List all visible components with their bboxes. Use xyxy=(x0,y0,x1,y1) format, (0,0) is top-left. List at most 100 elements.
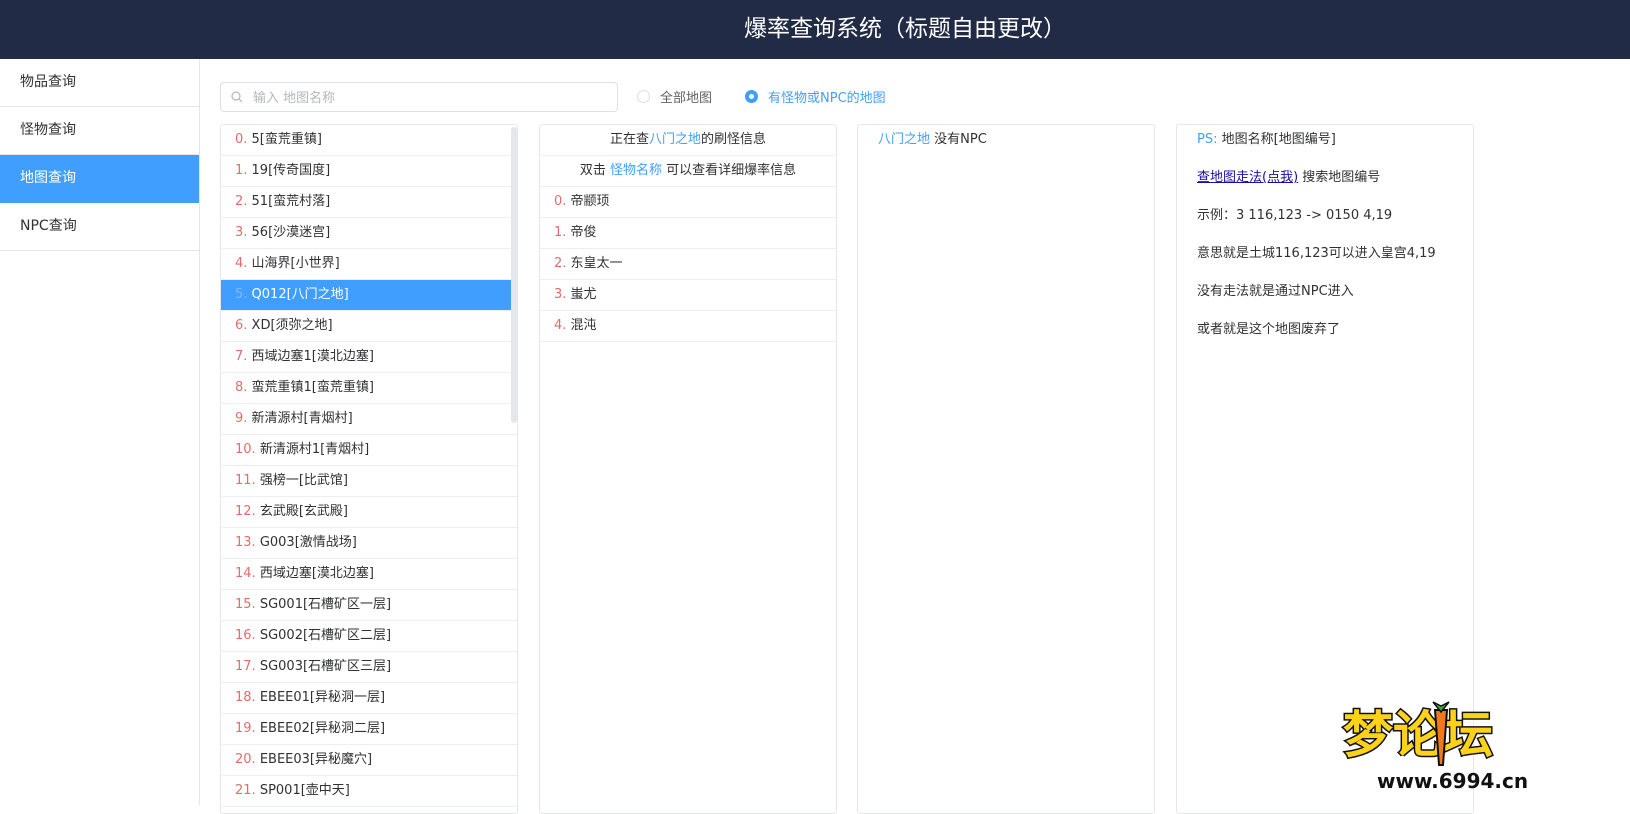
map-name: 玄武殿[玄武殿] xyxy=(255,504,348,519)
map-list-item[interactable]: 20. EBEE03[异秘魔穴] xyxy=(221,745,517,776)
map-list-item[interactable]: 5. Q012[八门之地] xyxy=(221,280,517,311)
sidebar-item-items[interactable]: 物品查询 xyxy=(0,59,199,107)
map-index: 6. xyxy=(235,318,248,333)
map-list-item[interactable]: 15. SG001[石槽矿区一层] xyxy=(221,590,517,621)
map-list-item[interactable]: 7. 西域边塞1[漠北边塞] xyxy=(221,342,517,373)
monster-name: 帝颛顼 xyxy=(566,194,610,209)
map-list-item[interactable]: 6. XD[须弥之地] xyxy=(221,311,517,342)
map-name: EBEE03[异秘魔穴] xyxy=(255,752,373,767)
map-index: 0. xyxy=(235,132,248,147)
map-list-item[interactable]: 8. 蛮荒重镇1[蛮荒重镇] xyxy=(221,373,517,404)
monster-list-item[interactable]: 0. 帝颛顼 xyxy=(540,187,836,218)
map-name: 新清源村[青烟村] xyxy=(247,411,353,426)
map-name: G003[激情战场] xyxy=(255,535,357,550)
radio-circle-checked[interactable] xyxy=(745,90,758,103)
radio-with-monsters[interactable]: 有怪物或NPC的地图 xyxy=(745,87,886,106)
map-list-item[interactable]: 19. EBEE02[异秘洞二层] xyxy=(221,714,517,745)
map-list-item[interactable]: 3. 56[沙漠迷宫] xyxy=(221,218,517,249)
map-list-item[interactable]: 2. 51[蛮荒村落] xyxy=(221,187,517,218)
radio-circle[interactable] xyxy=(637,90,650,103)
ps-format-text: 地图名称[地图编号] xyxy=(1217,132,1336,147)
spawn-info-map: 八门之地 xyxy=(648,132,701,147)
map-index: 16. xyxy=(235,628,256,643)
ps-example: 示例：3 116,123 -> 0150 4,19 xyxy=(1197,208,1393,223)
sidebar-item-npc[interactable]: NPC查询 xyxy=(0,203,199,251)
map-list-item[interactable]: 11. 强榜一[比武馆] xyxy=(221,466,517,497)
map-name: 蛮荒重镇1[蛮荒重镇] xyxy=(247,380,374,395)
map-name: 新清源村1[青烟村] xyxy=(255,442,370,457)
map-list-item[interactable]: 14. 西域边塞[漠北边塞] xyxy=(221,559,517,590)
ps-label: PS: xyxy=(1197,132,1218,147)
map-list-item[interactable]: 9. 新清源村[青烟村] xyxy=(221,404,517,435)
map-search-box[interactable] xyxy=(220,82,618,113)
map-list-panel: 0. 5[蛮荒重镇] 1. 19[传奇国度] 2. 51[蛮荒村落] 3. 56[沙漠… xyxy=(220,124,518,814)
monster-index: 0. xyxy=(554,194,567,209)
radio-all-maps[interactable]: 全部地图 xyxy=(637,87,712,106)
map-index: 1. xyxy=(235,163,248,178)
ps-no-path: 没有走法就是通过NPC进入 xyxy=(1197,284,1354,299)
monster-list: 0. 帝颛顼 1. 帝俊 2. 东皇太一 3. 蚩尤 4. 混沌 xyxy=(540,187,836,342)
map-list-item[interactable]: 12. 玄武殿[玄武殿] xyxy=(221,497,517,528)
sidebar-item-monsters[interactable]: 怪物查询 xyxy=(0,107,199,155)
monster-list-item[interactable]: 2. 东皇太一 xyxy=(540,249,836,280)
map-name: 西域边塞1[漠北边塞] xyxy=(247,349,374,364)
ps-meaning: 意思就是土城116,123可以进入皇宫4,19 xyxy=(1197,246,1436,261)
map-index: 21. xyxy=(235,783,256,798)
watermark-text: 梦论坛 xyxy=(1343,706,1493,764)
map-name: Q012[八门之地] xyxy=(247,287,349,302)
monster-name: 帝俊 xyxy=(566,225,597,240)
map-list-item[interactable]: 22. xyxy=(221,807,517,813)
map-name: 51[蛮荒村落] xyxy=(247,194,331,209)
map-index: 3. xyxy=(235,225,248,240)
map-name: EBEE02[异秘洞二层] xyxy=(255,721,386,736)
map-list-item[interactable]: 0. 5[蛮荒重镇] xyxy=(221,125,517,156)
hint-monster-name: 怪物名称 xyxy=(609,163,662,178)
map-name: SG002[石槽矿区二层] xyxy=(255,628,392,643)
radio-label: 全部地图 xyxy=(660,91,713,106)
map-list-item[interactable]: 4. 山海界[小世界] xyxy=(221,249,517,280)
monster-name: 蚩尤 xyxy=(566,287,597,302)
hint-suffix: 可以查看详细爆率信息 xyxy=(662,163,797,178)
monster-list-item[interactable]: 4. 混沌 xyxy=(540,311,836,342)
map-name: 西域边塞[漠北边塞] xyxy=(255,566,374,581)
map-index: 4. xyxy=(235,256,248,271)
sidebar: 物品查询 怪物查询 地图查询 NPC查询 xyxy=(0,59,200,805)
map-index: 13. xyxy=(235,535,256,550)
map-list-item[interactable]: 16. SG002[石槽矿区二层] xyxy=(221,621,517,652)
map-name: SP001[壶中天] xyxy=(255,783,350,798)
map-list-item[interactable]: 10. 新清源村1[青烟村] xyxy=(221,435,517,466)
map-name: 强榜一[比武馆] xyxy=(255,473,348,488)
ps-link-line: 查地图走法(点我) 搜索地图编号 xyxy=(1177,163,1473,201)
npc-panel: 八门之地 没有NPC xyxy=(857,124,1155,814)
monster-index: 3. xyxy=(554,287,567,302)
map-name: SG001[石槽矿区一层] xyxy=(255,597,392,612)
monster-list-item[interactable]: 1. 帝俊 xyxy=(540,218,836,249)
map-list-item[interactable]: 17. SG003[石槽矿区三层] xyxy=(221,652,517,683)
map-index: 10. xyxy=(235,442,256,457)
ps-link-suffix: 搜索地图编号 xyxy=(1298,170,1381,185)
map-index: 8. xyxy=(235,380,248,395)
ps-format-line: PS: 地图名称[地图编号] xyxy=(1177,125,1473,163)
map-index: 12. xyxy=(235,504,256,519)
map-route-link[interactable]: 查地图走法(点我) xyxy=(1197,170,1298,185)
search-icon xyxy=(231,91,243,103)
map-list-item[interactable]: 13. G003[激情战场] xyxy=(221,528,517,559)
monster-name: 混沌 xyxy=(566,318,597,333)
map-list-item[interactable]: 1. 19[传奇国度] xyxy=(221,156,517,187)
map-index: 5. xyxy=(235,287,248,302)
monster-list-item[interactable]: 3. 蚩尤 xyxy=(540,280,836,311)
map-list-item[interactable]: 18. EBEE01[异秘洞一层] xyxy=(221,683,517,714)
map-name: EBEE01[异秘洞一层] xyxy=(255,690,386,705)
map-list-item[interactable]: 21. SP001[壶中天] xyxy=(221,776,517,807)
sidebar-item-maps[interactable]: 地图查询 xyxy=(0,155,199,203)
monster-index: 2. xyxy=(554,256,567,271)
map-list: 0. 5[蛮荒重镇] 1. 19[传奇国度] 2. 51[蛮荒村落] 3. 56[沙漠… xyxy=(221,125,517,813)
monster-index: 1. xyxy=(554,225,567,240)
map-name: 19[传奇国度] xyxy=(247,163,331,178)
map-index: 18. xyxy=(235,690,256,705)
npc-info-line: 八门之地 没有NPC xyxy=(858,125,1154,155)
map-index: 17. xyxy=(235,659,256,674)
map-search-input[interactable] xyxy=(251,83,615,113)
dblclick-hint-line: 双击 怪物名称 可以查看详细爆率信息 xyxy=(540,156,836,187)
map-list-scrollbar[interactable] xyxy=(511,127,517,423)
